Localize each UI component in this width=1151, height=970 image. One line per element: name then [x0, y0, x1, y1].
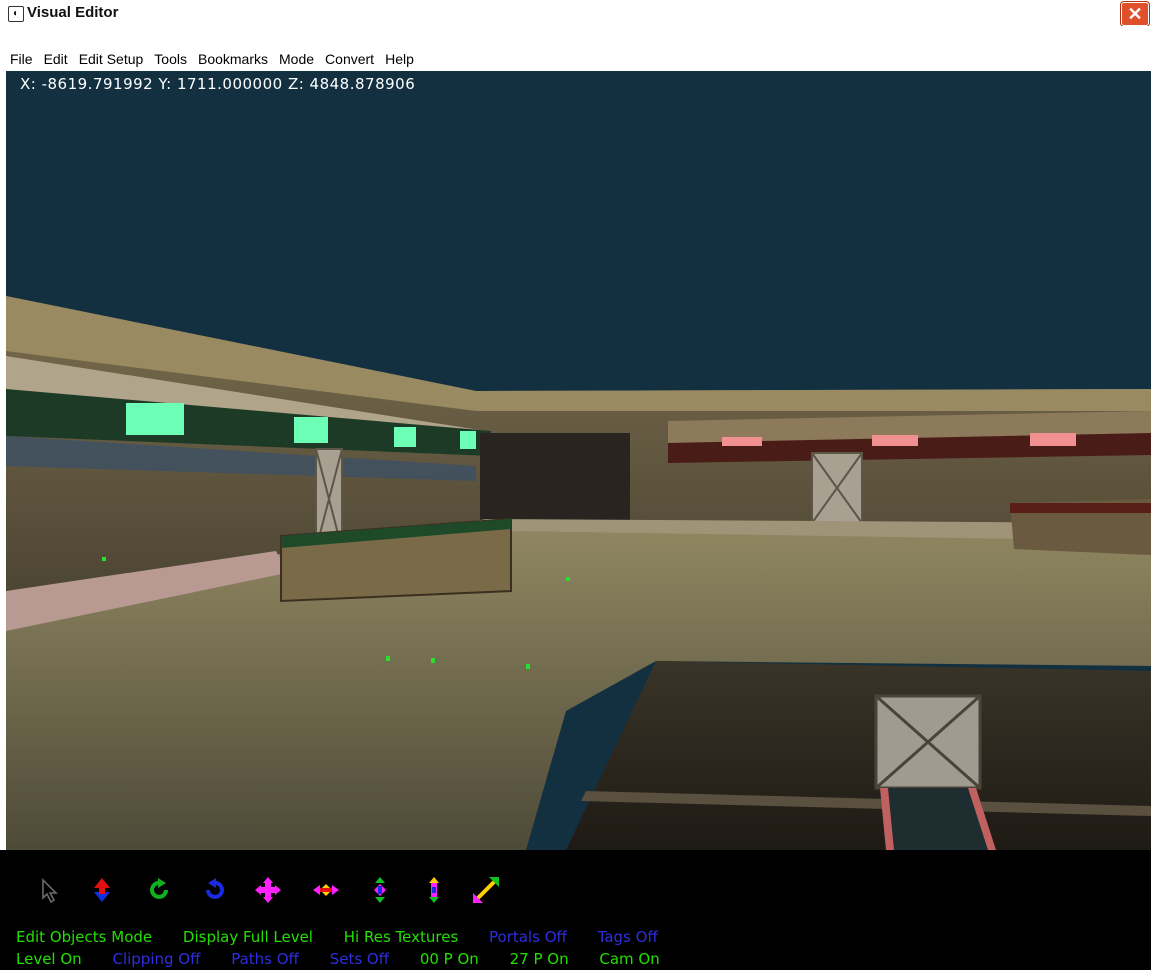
menu-tools[interactable]: Tools: [154, 51, 187, 67]
3d-viewport[interactable]: X: -8619.791992 Y: 1711.000000 Z: 4848.8…: [6, 71, 1151, 850]
status-level[interactable]: Level On: [16, 950, 82, 968]
green-light: [294, 417, 328, 443]
status-cam[interactable]: Cam On: [599, 950, 659, 968]
status-edit-mode[interactable]: Edit Objects Mode: [16, 928, 152, 946]
menu-file[interactable]: File: [10, 51, 33, 67]
menu-mode[interactable]: Mode: [279, 51, 314, 67]
menu-bookmarks[interactable]: Bookmarks: [198, 51, 268, 67]
menu-bar: File Edit Edit Setup Tools Bookmarks Mod…: [0, 47, 1151, 71]
edit-toolbar: Edit Objects Mode Display Full Level Hi …: [6, 850, 1151, 970]
title-bar-gap: [0, 26, 1151, 47]
right-platform-top: [1010, 503, 1151, 513]
object-marker[interactable]: [386, 656, 390, 661]
menu-convert[interactable]: Convert: [325, 51, 374, 67]
select-arrow-icon[interactable]: [36, 876, 64, 904]
scale-diagonal-icon[interactable]: [472, 876, 500, 904]
red-light: [872, 435, 918, 446]
level-scene: [6, 71, 1151, 850]
status-display-level[interactable]: Display Full Level: [183, 928, 313, 946]
menu-edit-setup[interactable]: Edit Setup: [79, 51, 144, 67]
move-depth-icon[interactable]: [366, 876, 394, 904]
editor-app-icon: ◐: [8, 6, 24, 22]
menu-edit[interactable]: Edit: [44, 51, 68, 67]
status-paths[interactable]: Paths Off: [231, 950, 299, 968]
green-light: [394, 427, 416, 447]
move-horizontal-icon[interactable]: [312, 876, 340, 904]
title-bar: ◐ Visual Editor ✕: [0, 0, 1151, 27]
move-all-directions-icon[interactable]: [254, 876, 282, 904]
visual-editor-window: ◐ Visual Editor ✕ File Edit Edit Setup T…: [0, 0, 1151, 970]
status-00p[interactable]: 00 P On: [420, 950, 479, 968]
object-marker[interactable]: [431, 658, 435, 663]
status-row-1: Edit Objects Mode Display Full Level Hi …: [16, 928, 684, 946]
pit: [566, 661, 1151, 850]
red-light: [1030, 433, 1076, 446]
close-icon[interactable]: ✕: [1121, 2, 1149, 26]
status-27p[interactable]: 27 P On: [510, 950, 569, 968]
rotate-ccw-blue-icon[interactable]: [200, 876, 228, 904]
status-row-2: Level On Clipping Off Paths Off Sets Off…: [16, 950, 686, 968]
object-marker[interactable]: [566, 577, 570, 581]
rotate-cw-green-icon[interactable]: [146, 876, 174, 904]
status-tags[interactable]: Tags Off: [598, 928, 658, 946]
window-title: Visual Editor: [27, 4, 119, 21]
green-light: [126, 403, 184, 435]
red-light: [722, 437, 762, 446]
coordinate-readout: X: -8619.791992 Y: 1711.000000 Z: 4848.8…: [20, 75, 416, 93]
status-portals[interactable]: Portals Off: [489, 928, 567, 946]
status-clipping[interactable]: Clipping Off: [112, 950, 200, 968]
menu-help[interactable]: Help: [385, 51, 414, 67]
status-hi-res-textures[interactable]: Hi Res Textures: [344, 928, 459, 946]
green-light: [460, 431, 476, 449]
doorway: [480, 433, 630, 521]
object-marker[interactable]: [102, 557, 106, 561]
status-sets[interactable]: Sets Off: [330, 950, 389, 968]
scale-vertical-icon[interactable]: [420, 876, 448, 904]
object-marker[interactable]: [526, 664, 530, 669]
move-vertical-icon[interactable]: [88, 876, 116, 904]
